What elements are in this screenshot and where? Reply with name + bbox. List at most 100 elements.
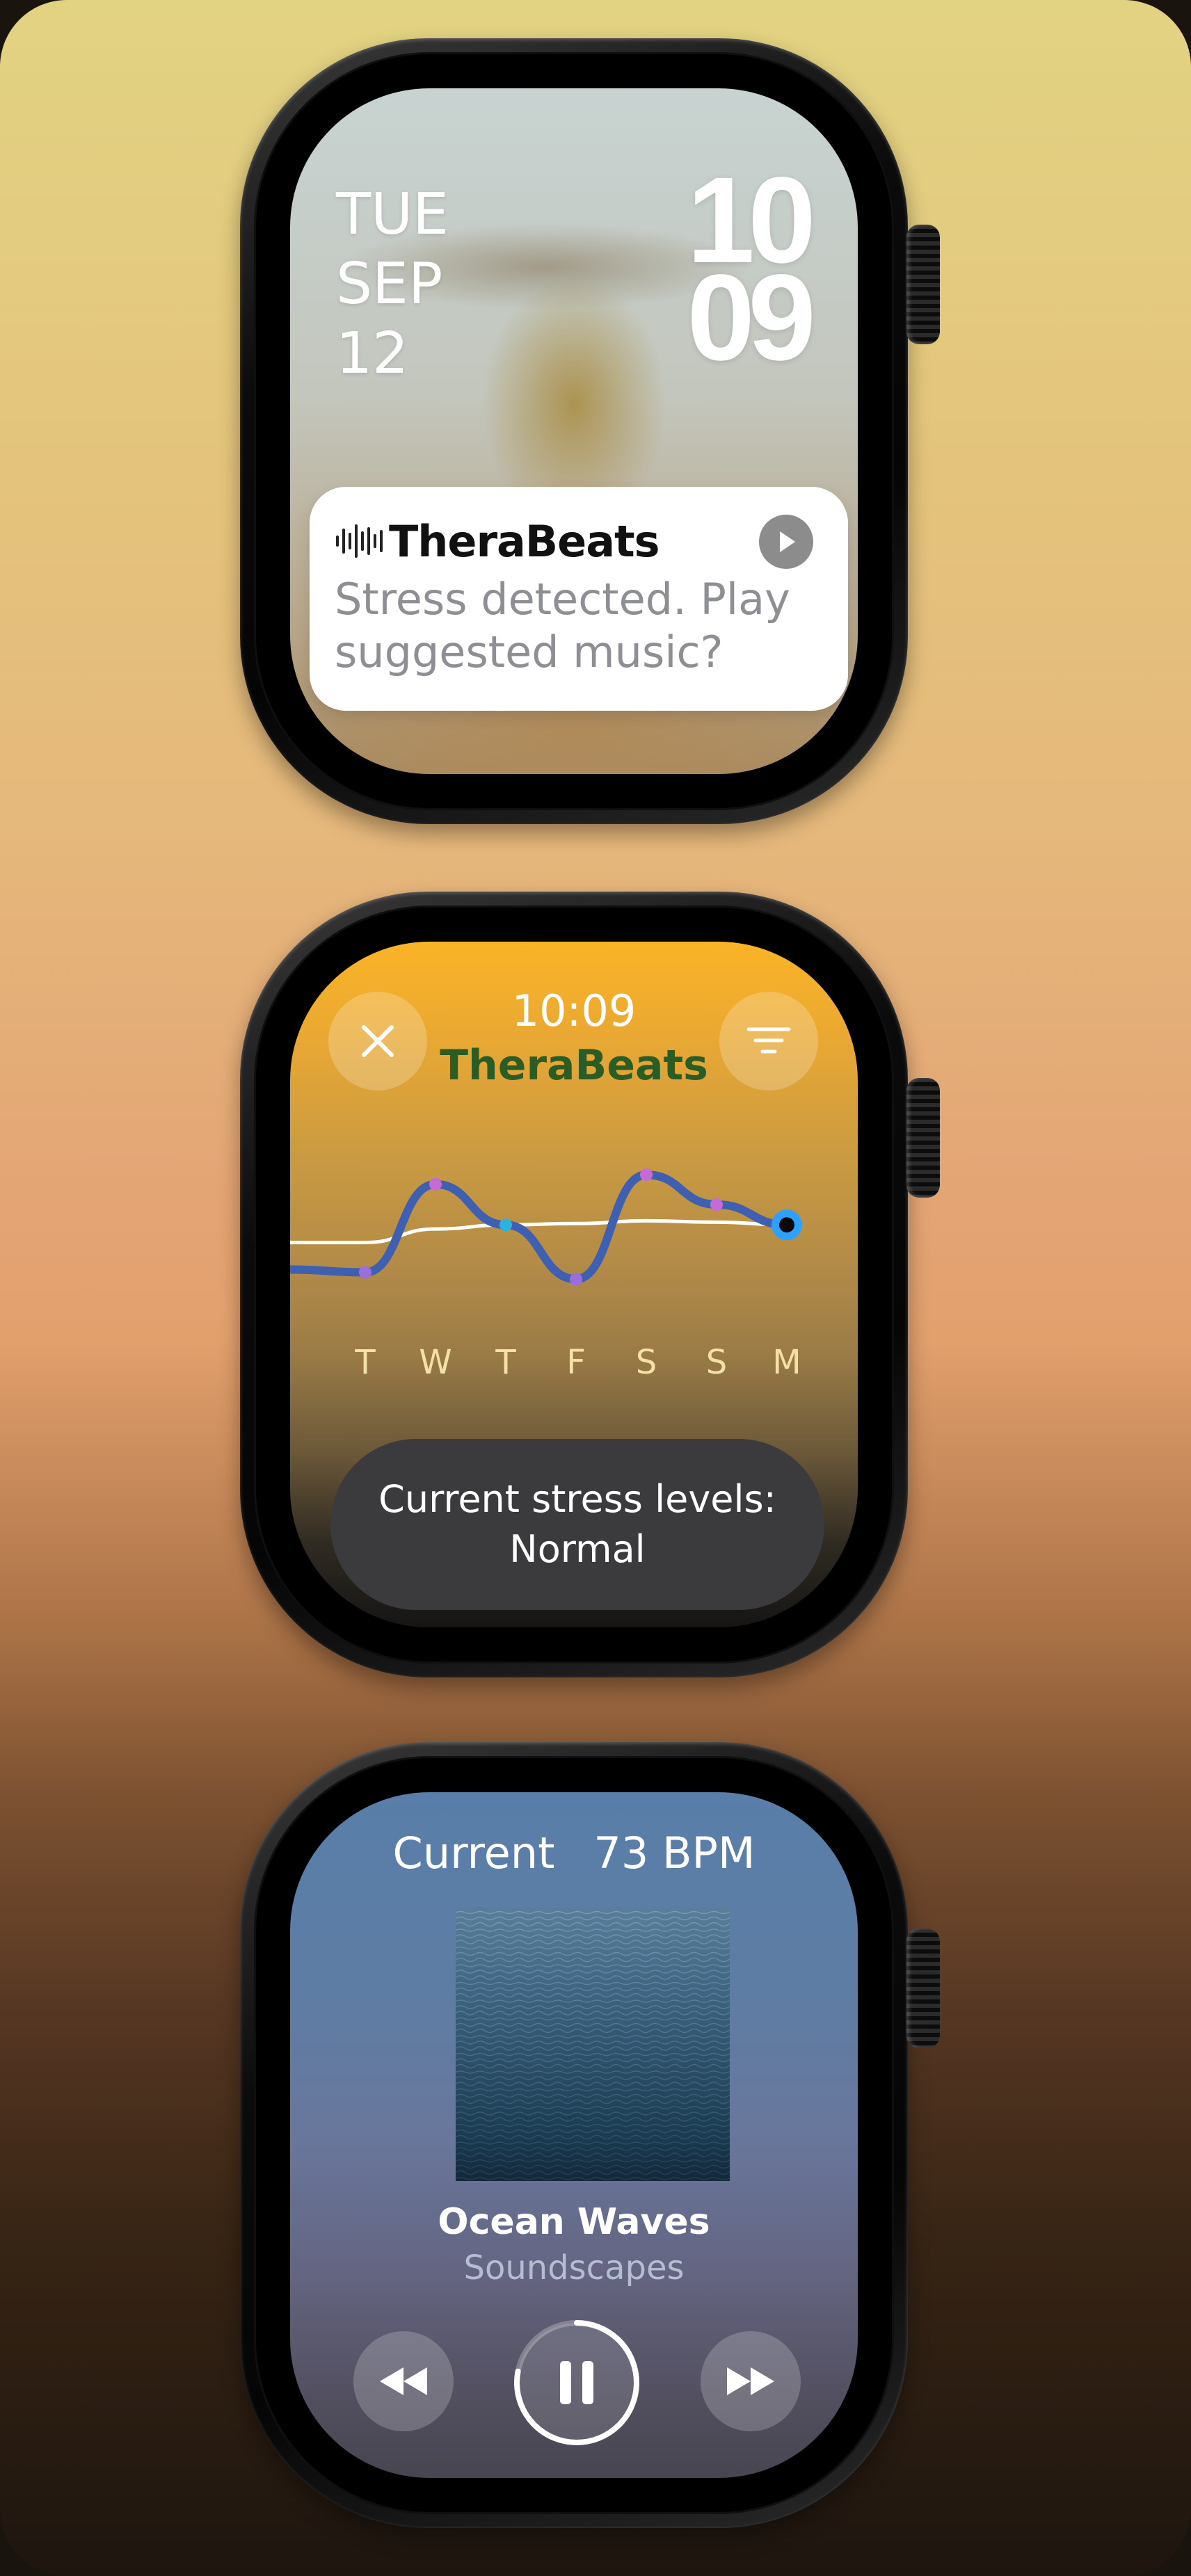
stress-point-t-2 (499, 1218, 512, 1232)
wave-ripple (456, 2177, 730, 2180)
wave-ripple (456, 2070, 730, 2074)
stress-point-s-5 (710, 1198, 723, 1211)
day: 12 (336, 321, 409, 387)
stress-status-label: Current stress levels: (378, 1477, 776, 1521)
wave-ripple (456, 2088, 730, 2092)
wave-ripple (456, 1975, 730, 1980)
next-button[interactable] (701, 2331, 801, 2431)
wave-ripple (456, 1987, 730, 1992)
watch-stress: 10:09 TheraBeats TWTFSSM Current stress … (240, 892, 940, 1677)
menu-button[interactable] (719, 992, 818, 1090)
wave-ripple (456, 2141, 730, 2145)
wave-ripple (456, 2017, 730, 2021)
wave-ripple (456, 1993, 730, 1998)
digital-crown[interactable] (906, 1929, 940, 2048)
rewind-icon (380, 2367, 427, 2395)
notification-header: TheraBeats (335, 516, 660, 567)
pause-button[interactable] (511, 2317, 642, 2448)
day-label-0: T (355, 1343, 376, 1382)
wave-ripple (456, 2134, 730, 2140)
wave-ripple (456, 2111, 730, 2116)
album-artwork[interactable] (456, 1907, 730, 2181)
wave-ripple (456, 2052, 730, 2056)
wave-ripple (456, 2011, 730, 2015)
wave-ripple (456, 2159, 730, 2163)
player-screen: Current 73 BPM Ocean Waves Soundscapes (290, 1792, 858, 2478)
stress-line (290, 1170, 791, 1284)
wave-ripple (456, 2106, 730, 2109)
day-label-3: F (566, 1343, 586, 1382)
wave-ripple (456, 1929, 730, 1932)
play-triangle (780, 531, 795, 552)
day-label-2: T (495, 1343, 516, 1382)
date-display: TUE SEP 12 (336, 180, 449, 389)
bpm-readout: 73 BPM (593, 1828, 756, 1878)
stress-point-f-3 (570, 1273, 582, 1286)
wave-ripple (456, 2123, 730, 2127)
month: SEP (336, 251, 443, 317)
notification-card[interactable]: TheraBeats Stress detected. Play suggest… (310, 487, 848, 711)
track-subtitle: Soundscapes (463, 2248, 685, 2287)
wave-ripple (456, 1940, 730, 1945)
wave-ripple (456, 1981, 730, 1986)
wave-ripple (456, 2022, 730, 2027)
track-title: Ocean Waves (438, 2201, 710, 2243)
wave-ripple (456, 1957, 730, 1963)
wave-ripple (456, 2063, 730, 2069)
day-label-6: M (772, 1343, 801, 1382)
day-label-1: W (419, 1343, 452, 1382)
ocean-image (456, 1910, 730, 2180)
wave-ripple (456, 2040, 730, 2045)
current-label: Current (392, 1828, 555, 1878)
wave-ripple (456, 1970, 730, 1974)
day-label-5: S (705, 1343, 728, 1382)
watch-notification: TUE SEP 12 10 09 TheraBeats Stress detec… (240, 38, 940, 824)
day-label-4: S (635, 1343, 657, 1382)
clock-minutes: 09 (687, 250, 816, 386)
watch-player: Current 73 BPM Ocean Waves Soundscapes (240, 1742, 940, 2528)
digital-crown[interactable] (906, 1078, 940, 1198)
wave-ripple (456, 1951, 730, 1956)
wave-ripple (456, 1910, 730, 1915)
wave-ripple (456, 2099, 730, 2104)
previous-button[interactable] (353, 2331, 454, 2431)
wave-ripple (456, 2129, 730, 2134)
stress-point-w-1 (429, 1177, 442, 1191)
player-header: Current 73 BPM (290, 1826, 858, 1881)
pause-icon (560, 2361, 593, 2404)
audio-wave-icon (336, 524, 383, 558)
day-labels: TWTFSSM (290, 1342, 858, 1383)
wave-ripple (456, 1964, 730, 1967)
wave-ripple (456, 2093, 730, 2098)
wave-ripple (456, 2164, 730, 2169)
stress-point-m-6 (779, 1217, 794, 1233)
baseline-line (290, 1218, 788, 1245)
digital-crown[interactable] (906, 225, 940, 344)
stress-point-t-0 (359, 1266, 371, 1279)
menu-icon (746, 1027, 791, 1054)
wave-ripple (456, 2005, 730, 2009)
wave-ripple (456, 2082, 730, 2086)
wave-ripple (456, 2076, 730, 2080)
clock-display: 10 09 (687, 159, 816, 386)
wave-ripple (456, 2117, 730, 2122)
showcase-background: TUE SEP 12 10 09 TheraBeats Stress detec… (0, 0, 1191, 2576)
wave-ripple (456, 1946, 730, 1950)
wave-ripple (456, 2170, 730, 2175)
stress-trend-chart (290, 1168, 802, 1286)
notification-app-name: TheraBeats (389, 515, 660, 567)
stress-status-pill: Current stress levels: Normal (330, 1439, 824, 1610)
stress-status-value: Normal (509, 1527, 646, 1571)
play-icon[interactable] (759, 515, 813, 569)
lock-screen: TUE SEP 12 10 09 TheraBeats Stress detec… (290, 88, 858, 774)
wave-ripple (456, 1922, 730, 1927)
stress-screen: 10:09 TheraBeats TWTFSSM Current stress … (290, 942, 858, 1627)
stress-point-s-4 (640, 1168, 653, 1182)
wave-ripple (456, 1934, 730, 1938)
weekday: TUE (336, 182, 449, 248)
wave-ripple (456, 2058, 730, 2063)
wave-ripple (456, 1916, 730, 1921)
wave-ripple (456, 2152, 730, 2157)
wave-ripple (456, 2028, 730, 2034)
fast-forward-icon (727, 2367, 774, 2395)
